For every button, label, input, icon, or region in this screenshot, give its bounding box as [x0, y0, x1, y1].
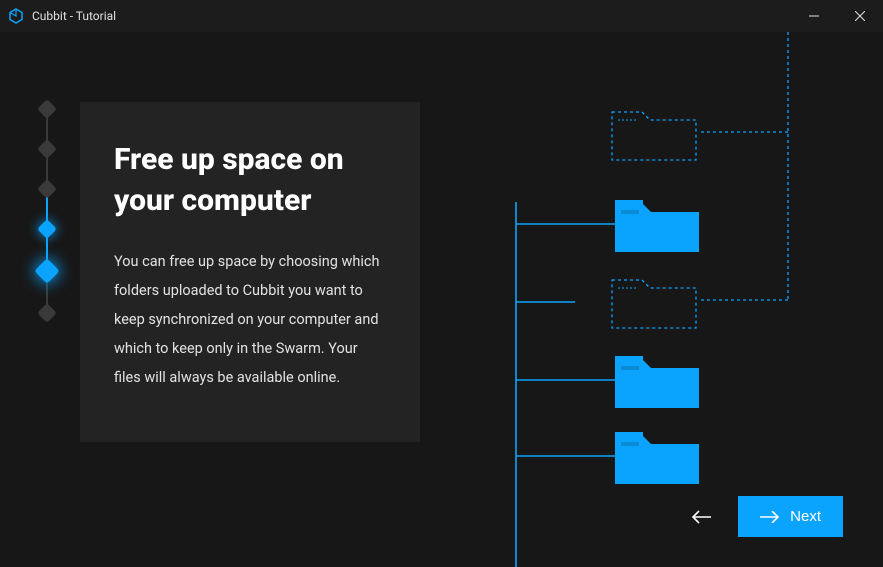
main-content: Free up space on your computer You can f… [0, 32, 883, 567]
step-connector [46, 196, 48, 222]
folder-solid-icon [615, 356, 699, 408]
folder-tree-illustration [420, 32, 883, 567]
folder-solid-icon [615, 200, 699, 252]
page-body: You can free up space by choosing which … [114, 247, 386, 392]
content-card: Free up space on your computer You can f… [80, 102, 420, 442]
step-dot-6 [37, 303, 57, 323]
next-button[interactable]: Next [738, 496, 843, 537]
back-button[interactable] [686, 501, 718, 533]
folder-outline-icon [612, 280, 696, 328]
step-connector [46, 116, 48, 142]
title-bar: Cubbit - Tutorial [0, 0, 883, 32]
step-dot-1 [37, 99, 57, 119]
step-connector [46, 280, 48, 306]
app-logo-icon [8, 8, 24, 24]
next-button-label: Next [790, 508, 821, 525]
step-dot-2 [37, 139, 57, 159]
page-heading: Free up space on your computer [114, 140, 386, 221]
step-dot-3 [37, 179, 57, 199]
folder-outline-icon [612, 112, 696, 160]
window-title: Cubbit - Tutorial [32, 9, 116, 23]
arrow-right-icon [760, 511, 780, 523]
step-dot-4 [37, 219, 57, 239]
folder-solid-icon [615, 432, 699, 484]
tutorial-stepper [38, 102, 56, 320]
tutorial-nav: Next [686, 496, 843, 537]
step-dot-5-active [34, 258, 59, 283]
step-connector [46, 156, 48, 182]
close-button[interactable] [837, 0, 883, 32]
minimize-button[interactable] [791, 0, 837, 32]
